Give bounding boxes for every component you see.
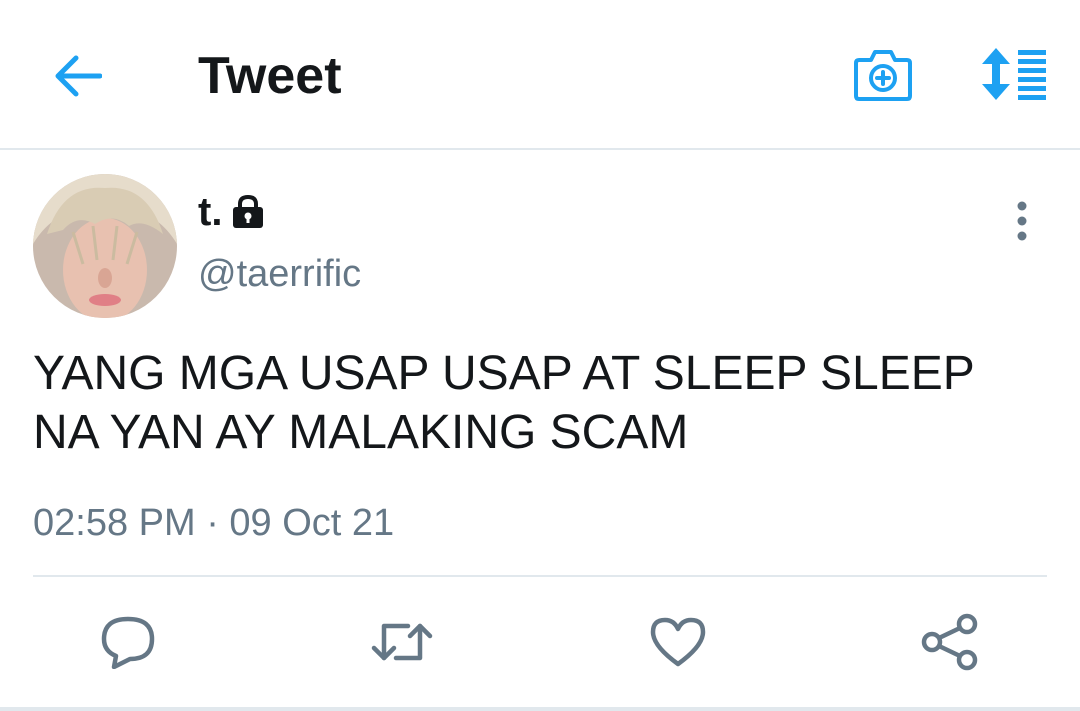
avatar-image [33, 174, 177, 318]
reply-button[interactable] [96, 610, 160, 674]
retweet-button[interactable] [370, 610, 434, 674]
heart-icon [650, 617, 706, 667]
tweet-timestamp: 02:58 PM · 09 Oct 21 [33, 502, 395, 544]
tweet-text-line: YANG MGA USAP USAP AT SLEEP SLEEP [33, 347, 975, 400]
sort-list-icon [982, 48, 1046, 100]
more-options-button[interactable] [1000, 196, 1044, 246]
arrow-left-icon [55, 55, 102, 97]
add-photo-button[interactable] [850, 44, 916, 104]
tweet-text-line: NA YAN AY MALAKING SCAM [33, 406, 689, 459]
page-title: Tweet [198, 47, 342, 105]
share-icon [921, 613, 978, 671]
lock-icon [233, 194, 264, 228]
tweet-text: YANG MGA USAP USAP AT SLEEP SLEEP NA YAN… [33, 344, 1043, 462]
top-app-bar: Tweet [0, 0, 1080, 150]
more-vertical-icon [1017, 201, 1027, 241]
share-button[interactable] [918, 610, 982, 674]
user-handle[interactable]: @taerrific [198, 250, 361, 298]
camera-plus-icon [854, 50, 912, 101]
reply-icon [101, 616, 155, 669]
tweet-detail-screen: Tweet t. @taerrific YANG MGA USAP USAP A… [0, 0, 1080, 711]
divider [33, 575, 1047, 577]
display-name[interactable]: t. [198, 188, 222, 236]
like-button[interactable] [646, 610, 710, 674]
back-button[interactable] [46, 46, 110, 106]
retweet-icon [371, 623, 433, 661]
avatar[interactable] [33, 174, 177, 318]
bottom-divider [0, 707, 1080, 711]
sort-replies-button[interactable] [974, 42, 1050, 106]
author-name-row: t. [198, 188, 266, 236]
